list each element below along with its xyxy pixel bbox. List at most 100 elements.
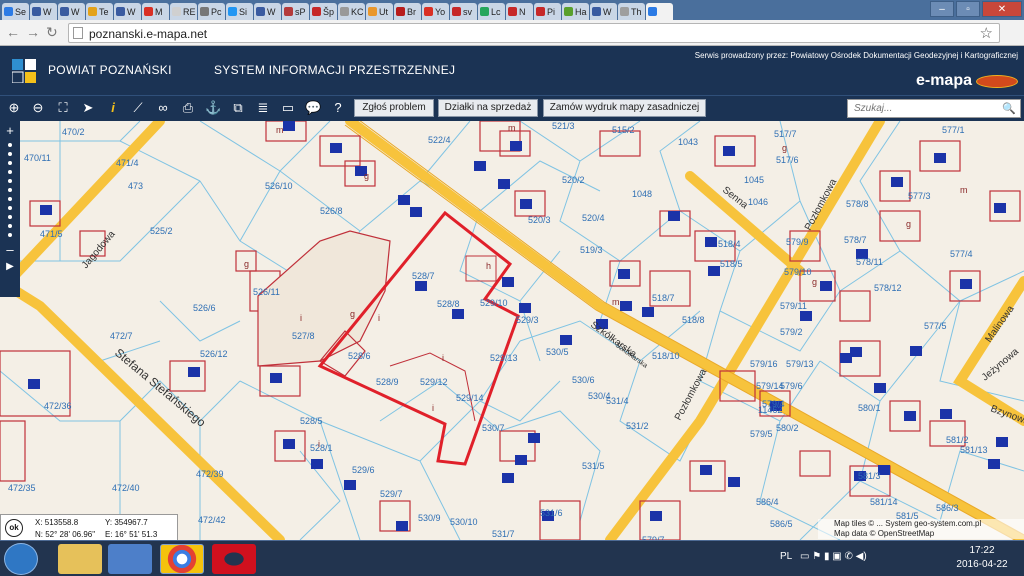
anchor-icon[interactable]: ⚓	[205, 100, 221, 116]
measure-icon[interactable]: ⟋	[130, 100, 146, 116]
zoom-plus-icon[interactable]: +	[0, 123, 20, 138]
print-icon[interactable]: ⎙	[180, 100, 196, 116]
comment-icon[interactable]: 💬	[305, 100, 321, 116]
street-label: Jagodowa	[80, 229, 118, 271]
panel-icon[interactable]: ▭	[280, 100, 296, 116]
tray-icons[interactable]: ▭ ⚑ ▮ ▣ ✆ ◀)	[800, 551, 867, 562]
parcel-label: 581/13	[960, 445, 988, 455]
browser-tab[interactable]: sv	[450, 3, 477, 20]
zoom-minus-icon[interactable]: –	[0, 242, 20, 257]
expand-panel-icon[interactable]: ▶	[0, 261, 20, 272]
forward-icon[interactable]: →	[26, 24, 40, 40]
search-input[interactable]	[854, 100, 1004, 116]
help-icon[interactable]: ?	[330, 100, 346, 116]
maximize-button[interactable]: ▫	[956, 1, 980, 17]
clock-date: 2016-04-22	[956, 559, 1008, 570]
parcel-label: 531/2	[626, 421, 649, 431]
map-canvas[interactable]: Jagodowa Stefana Stefańskiego Szkółkarska S…	[0, 121, 1024, 540]
brand-logo[interactable]: e-mapa	[916, 72, 972, 90]
info-icon[interactable]: i	[105, 100, 121, 116]
order-map-print-button[interactable]: Zamów wydruk mapy zasadniczej	[543, 99, 706, 117]
browser-tab[interactable]: sP	[282, 3, 309, 20]
tab-title: Ha	[575, 6, 587, 17]
minimize-button[interactable]: –	[930, 1, 954, 17]
explorer-icon[interactable]	[58, 544, 102, 574]
browser-tab[interactable]: Yo	[422, 3, 449, 20]
browser-tab[interactable]: W	[114, 3, 141, 20]
parcel-label: 471/5	[40, 229, 63, 239]
browser-tab[interactable]: Lc	[478, 3, 505, 20]
browser-tab[interactable]: Ha	[562, 3, 589, 20]
search-icon[interactable]: 🔍	[1002, 102, 1016, 115]
plots-for-sale-button[interactable]: Działki na sprzedaż	[438, 99, 538, 117]
tab-title: Ut	[379, 6, 388, 17]
back-icon[interactable]: ←	[6, 24, 20, 40]
opera-icon[interactable]	[212, 544, 256, 574]
link-icon[interactable]: ∞	[155, 100, 171, 116]
browser-tab[interactable]: KC	[338, 3, 365, 20]
url-text: poznanski.e-mapa.net	[89, 27, 208, 41]
browser-tab[interactable]: N	[506, 3, 533, 20]
browser-tab[interactable]: RE	[170, 3, 197, 20]
zoom-out-icon[interactable]: ⊖	[30, 100, 46, 116]
parcel-label: 517/6	[776, 155, 799, 165]
parcel-label: 470/2	[62, 127, 85, 137]
parcel-label: 526/11	[253, 287, 280, 297]
parcel-label: 579/6	[780, 381, 803, 391]
media-player-icon[interactable]	[108, 544, 152, 574]
browser-tab[interactable]: Pi	[534, 3, 561, 20]
system-clock[interactable]: 17:22 2016-04-22	[952, 544, 1012, 572]
zoom-level	[8, 143, 12, 147]
browser-tab[interactable]: W	[30, 3, 57, 20]
report-problem-button[interactable]: Zgłoś problem	[354, 99, 434, 117]
browser-tab[interactable]	[646, 3, 673, 20]
parcel-label: 1046	[748, 197, 768, 207]
zoom-level	[8, 188, 12, 192]
parcel-label: 586/3	[936, 503, 959, 513]
language-indicator[interactable]: PL	[780, 551, 792, 562]
zoom-in-icon[interactable]: ⊕	[6, 100, 22, 116]
parcel-label: 579/13	[786, 359, 814, 369]
browser-tab[interactable]: Si	[226, 3, 253, 20]
browser-tab[interactable]: W	[254, 3, 281, 20]
tab-favicon-icon	[144, 7, 153, 16]
parcel-label: 472/40	[112, 483, 140, 493]
browser-tab[interactable]: Se	[2, 3, 29, 20]
ok-button[interactable]: ok	[5, 519, 23, 537]
browser-tab[interactable]: W	[58, 3, 85, 20]
tab-title: sP	[295, 6, 306, 17]
browser-tab[interactable]: Th	[618, 3, 645, 20]
tab-title: N	[519, 6, 526, 17]
bookmark-star-icon[interactable]: ☆	[980, 24, 993, 42]
tab-favicon-icon	[312, 7, 321, 16]
zoom-extent-icon[interactable]: ⛶	[55, 100, 71, 116]
start-button[interactable]	[4, 543, 38, 575]
tab-favicon-icon	[648, 7, 657, 16]
coord-e: E: 16° 51' 51.3	[105, 530, 158, 539]
map-svg[interactable]: JagodowaStefana StefańskiegoSzkółkarskaS…	[0, 121, 1024, 540]
select-icon[interactable]: ⧉	[230, 100, 246, 116]
parcel-label: 518/10	[652, 351, 680, 361]
browser-tab[interactable]: Br	[394, 3, 421, 20]
parcel-label: 579/9	[786, 237, 809, 247]
browser-tab[interactable]: Te	[86, 3, 113, 20]
reload-icon[interactable]: ↻	[46, 24, 58, 41]
browser-tab[interactable]: M	[142, 3, 169, 20]
browser-tab[interactable]: Šp	[310, 3, 337, 20]
tab-favicon-icon	[340, 7, 349, 16]
close-button[interactable]: ✕	[982, 1, 1022, 17]
chrome-icon[interactable]	[160, 544, 204, 574]
tab-strip: Se W W Te W M RE Pc Si WsP Šp KC Ut Br Yo sv Lc N Pi Ha W Th	[0, 0, 1024, 20]
browser-tab[interactable]: Pc	[198, 3, 225, 20]
layers-icon[interactable]: ≣	[255, 100, 271, 116]
browser-tab[interactable]: W	[590, 3, 617, 20]
url-field[interactable]: poznanski.e-mapa.net ☆	[68, 23, 1000, 43]
page-icon	[73, 27, 83, 39]
parcel-label: 577/1	[942, 125, 965, 135]
pointer-icon[interactable]: ➤	[80, 100, 96, 116]
zoom-slider[interactable]: + – ▶	[0, 121, 20, 297]
browser-tab[interactable]: Ut	[366, 3, 393, 20]
parcel-label: 518/4	[718, 239, 741, 249]
tab-title: Th	[631, 6, 642, 17]
tab-favicon-icon	[116, 7, 125, 16]
